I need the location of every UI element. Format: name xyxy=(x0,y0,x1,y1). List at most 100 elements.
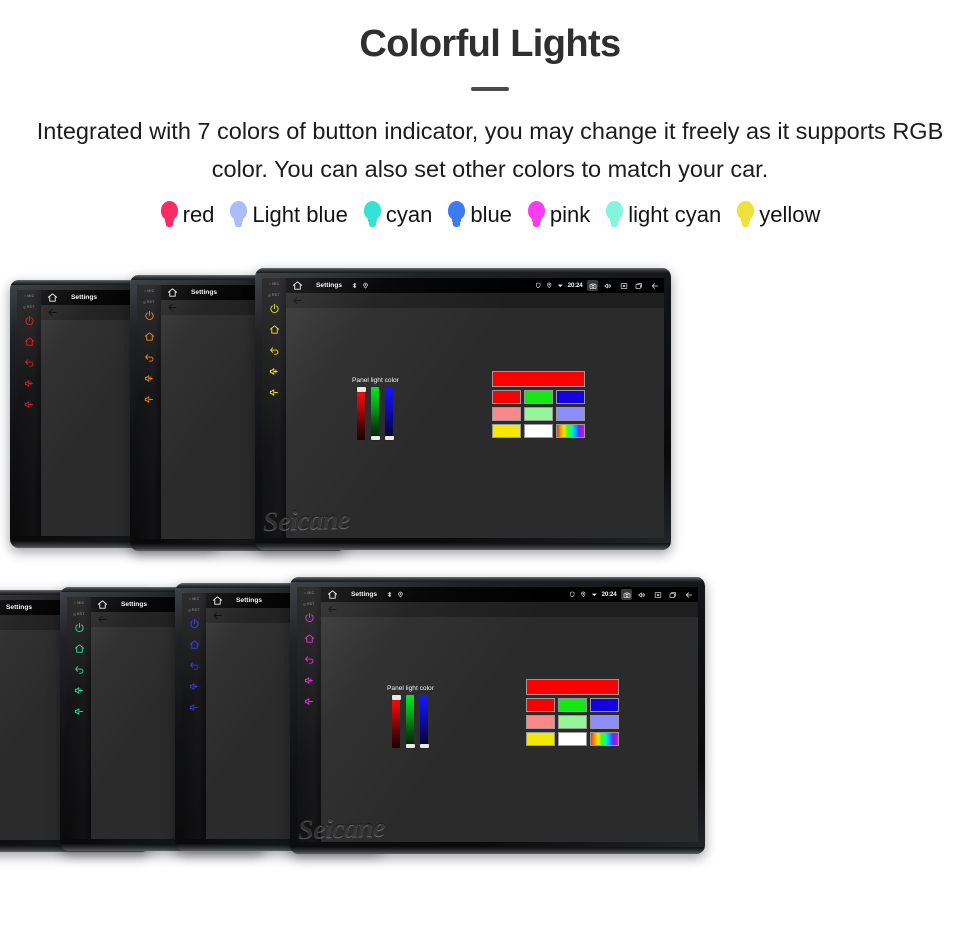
key-power-icon[interactable] xyxy=(23,314,36,327)
key-home-icon[interactable] xyxy=(143,330,156,343)
swatch[interactable] xyxy=(526,698,555,712)
key-volume-up-icon[interactable] xyxy=(188,680,201,693)
unit-yellow[interactable]: MIC RST Settings 20:24 Panel light color xyxy=(255,268,671,550)
swatch[interactable] xyxy=(524,424,553,438)
wifi-icon xyxy=(557,282,564,289)
navbtn-close-box-icon[interactable] xyxy=(618,280,629,291)
back-arrow-icon xyxy=(212,610,223,621)
key-volume-up-icon[interactable] xyxy=(23,377,36,390)
slider-g[interactable] xyxy=(370,387,380,440)
key-power-icon[interactable] xyxy=(188,617,201,630)
back-arrow-icon xyxy=(47,307,58,318)
swatch[interactable] xyxy=(526,732,555,746)
key-volume-up-icon[interactable] xyxy=(143,372,156,385)
navbtn-back-arrow-icon[interactable] xyxy=(683,589,694,600)
swatch[interactable] xyxy=(524,390,553,404)
key-back-icon[interactable] xyxy=(188,659,201,672)
title-divider xyxy=(471,86,509,91)
touch-screen[interactable]: MIC RST Settings 20:24 Panel light color xyxy=(262,278,664,538)
swatch-rainbow[interactable] xyxy=(556,424,585,438)
bulb-icon xyxy=(160,201,179,228)
unit-magenta[interactable]: MIC RST Settings 20:24 Panel light color xyxy=(290,577,705,854)
home-icon[interactable] xyxy=(212,595,223,606)
home-icon[interactable] xyxy=(292,280,303,291)
key-volume-down-icon[interactable] xyxy=(268,386,281,399)
key-volume-down-icon[interactable] xyxy=(188,701,201,714)
slider-thumb[interactable] xyxy=(391,695,401,700)
key-volume-down-icon[interactable] xyxy=(73,705,86,718)
slider-r[interactable] xyxy=(391,695,401,748)
status-bar-title: Settings xyxy=(351,591,378,598)
swatch[interactable] xyxy=(590,715,619,729)
key-home-icon[interactable] xyxy=(268,323,281,336)
legend-item-cyan: cyan xyxy=(359,201,436,228)
legend-item-red: red xyxy=(156,201,219,228)
slider-thumb[interactable] xyxy=(370,435,380,440)
swatch[interactable] xyxy=(556,390,585,404)
key-home-icon[interactable] xyxy=(188,638,201,651)
panel-light-color-widget: Panel light color xyxy=(352,377,399,440)
swatch-row xyxy=(492,424,585,438)
key-volume-down-icon[interactable] xyxy=(23,398,36,411)
navbtn-recents-icon[interactable] xyxy=(668,589,679,600)
key-volume-up-icon[interactable] xyxy=(303,674,316,687)
navbtn-camera-icon[interactable] xyxy=(621,589,632,600)
key-home-icon[interactable] xyxy=(303,632,316,645)
swatch[interactable] xyxy=(558,698,587,712)
key-back-icon[interactable] xyxy=(23,356,36,369)
slider-b[interactable] xyxy=(384,387,394,440)
slider-b[interactable] xyxy=(419,695,429,748)
swatch[interactable] xyxy=(492,390,521,404)
wifi-icon xyxy=(591,591,598,598)
key-power-icon[interactable] xyxy=(143,309,156,322)
slider-r[interactable] xyxy=(356,387,366,440)
navbtn-camera-icon[interactable] xyxy=(587,280,598,291)
touch-screen[interactable]: MIC RST Settings 20:24 Panel light color xyxy=(297,587,698,842)
swatch[interactable] xyxy=(492,424,521,438)
side-key-strip: MIC RST xyxy=(137,285,161,539)
key-back-icon[interactable] xyxy=(268,344,281,357)
navbtn-recents-icon[interactable] xyxy=(634,280,645,291)
swatch[interactable] xyxy=(526,715,555,729)
swatch[interactable] xyxy=(492,407,521,421)
swatch[interactable] xyxy=(524,407,553,421)
navbtn-volume-icon[interactable] xyxy=(637,589,648,600)
slider-g[interactable] xyxy=(405,695,415,748)
legend-item-label: yellow xyxy=(759,201,821,227)
key-back-icon[interactable] xyxy=(143,351,156,364)
swatch-rainbow[interactable] xyxy=(590,732,619,746)
key-home-icon[interactable] xyxy=(23,335,36,348)
swatch[interactable] xyxy=(556,407,585,421)
legend-item-label: red xyxy=(182,201,215,227)
key-power-icon[interactable] xyxy=(268,302,281,315)
navbtn-volume-icon[interactable] xyxy=(603,280,614,291)
key-volume-up-icon[interactable] xyxy=(73,684,86,697)
bulb-icon xyxy=(527,201,546,228)
slider-thumb[interactable] xyxy=(384,435,394,440)
home-icon[interactable] xyxy=(97,599,108,610)
color-preview xyxy=(492,371,585,387)
swatch[interactable] xyxy=(590,698,619,712)
panel-light-color-label: Panel light color xyxy=(387,685,434,692)
navbtn-close-box-icon[interactable] xyxy=(652,589,663,600)
swatch[interactable] xyxy=(558,715,587,729)
navbtn-back-arrow-icon[interactable] xyxy=(649,280,660,291)
key-power-icon[interactable] xyxy=(303,611,316,624)
swatch[interactable] xyxy=(558,732,587,746)
key-volume-down-icon[interactable] xyxy=(143,393,156,406)
home-icon[interactable] xyxy=(167,287,178,298)
key-back-icon[interactable] xyxy=(73,663,86,676)
key-volume-down-icon[interactable] xyxy=(303,695,316,708)
key-back-icon[interactable] xyxy=(303,653,316,666)
key-power-icon[interactable] xyxy=(73,621,86,634)
key-volume-up-icon[interactable] xyxy=(268,365,281,378)
slider-thumb[interactable] xyxy=(405,743,415,748)
home-icon[interactable] xyxy=(327,589,338,600)
key-home-icon[interactable] xyxy=(73,642,86,655)
home-icon[interactable] xyxy=(47,292,58,303)
status-clock: 20:24 xyxy=(601,591,617,598)
color-swatch-grid xyxy=(492,371,585,438)
location-pin-icon xyxy=(362,282,369,289)
slider-thumb[interactable] xyxy=(419,743,429,748)
slider-thumb[interactable] xyxy=(356,387,366,392)
